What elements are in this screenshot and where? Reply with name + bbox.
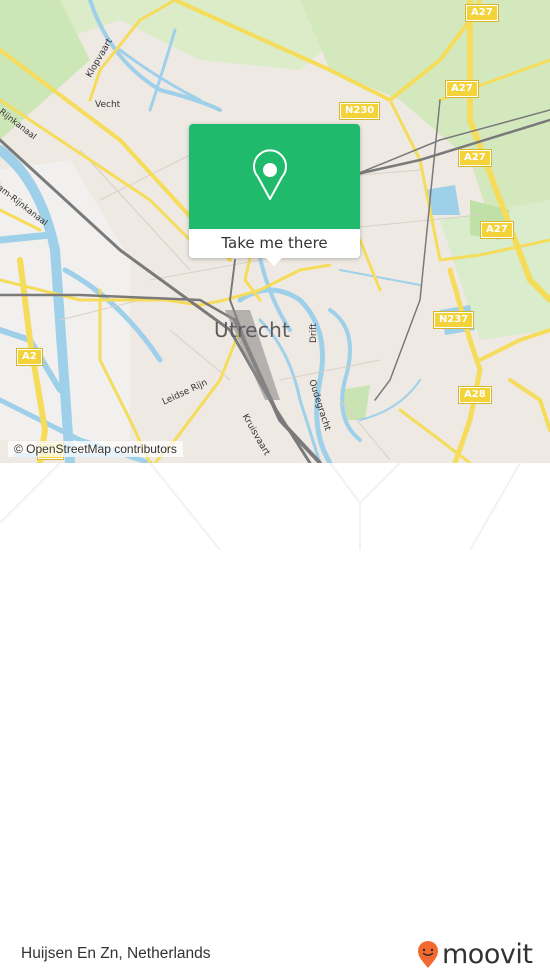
road-shield-a2: A2: [16, 348, 43, 366]
take-me-there-button[interactable]: Take me there: [189, 229, 360, 258]
road-shield-a27: A27: [465, 4, 499, 22]
road-shield-a28: A28: [458, 386, 492, 404]
place-name: Huijsen En Zn, Netherlands: [21, 945, 211, 962]
city-label: Utrecht: [214, 318, 291, 342]
footer-background-pattern: [0, 463, 521, 550]
road-shield-a27: A27: [480, 221, 514, 239]
street-label-vecht: Vecht: [95, 100, 121, 110]
map-pin-icon: [253, 149, 287, 200]
moovit-smile-pin-icon: [418, 940, 438, 968]
road-shield-a27: A27: [445, 80, 479, 98]
street-label-drift: Drift: [309, 323, 319, 343]
footer: Huijsen En Zn, Netherlands moovit: [0, 463, 550, 970]
road-shield-n230: N230: [338, 102, 381, 120]
take-me-there-popup[interactable]: Take me there: [189, 124, 360, 266]
popup-header[interactable]: [189, 124, 360, 229]
moovit-wordmark: moovit: [442, 939, 533, 970]
popup-pointer: [265, 257, 283, 266]
road-shield-n237: N237: [432, 311, 475, 329]
map-attribution[interactable]: © OpenStreetMap contributors: [8, 441, 183, 457]
map-view[interactable]: Utrecht Klopvaart Vecht Rijnkanaal Amste…: [0, 0, 550, 463]
moovit-logo[interactable]: moovit: [417, 939, 533, 970]
road-shield-a27: A27: [458, 149, 492, 167]
